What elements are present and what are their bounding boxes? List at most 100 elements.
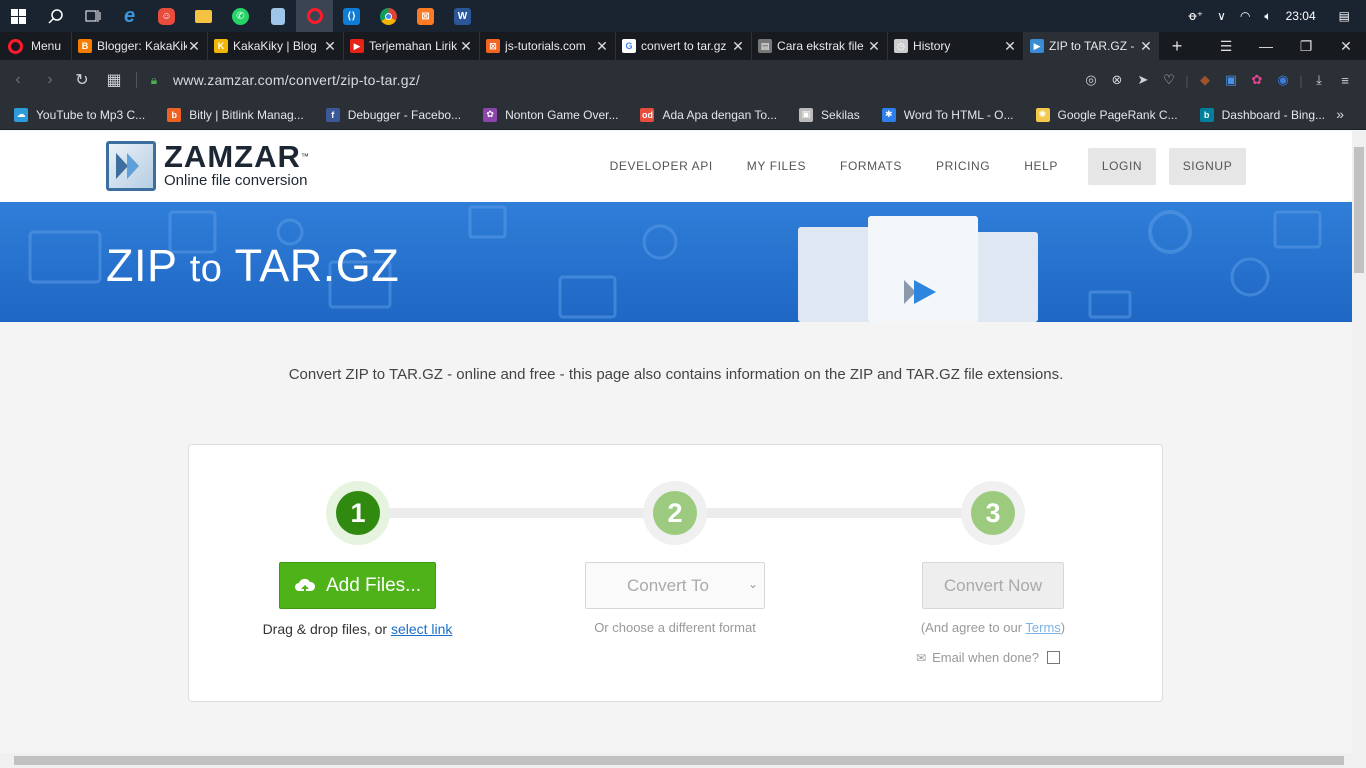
tab-menu-icon[interactable]: ☰ [1206, 38, 1246, 55]
download-icon[interactable]: ⤓ [1306, 72, 1332, 88]
browser-tab[interactable]: Gconvert to tar.gz ✕ [615, 32, 751, 60]
step-1-badge: 1 [336, 491, 380, 535]
bookmark-item[interactable]: ☁ YouTube to Mp3 C... [0, 107, 153, 122]
wifi-icon[interactable]: ◠ [1233, 9, 1257, 23]
browser-tab[interactable]: ▤ Cara ekstrak file ✕ [751, 32, 887, 60]
extension-color-icon[interactable]: ✿ [1244, 72, 1270, 88]
nav-formats[interactable]: FORMATS [823, 148, 919, 185]
notifications-icon[interactable]: ▤ [1323, 9, 1366, 23]
bookmark-heart-icon[interactable]: ♡ [1156, 72, 1182, 88]
back-icon[interactable]: ‹ [2, 71, 34, 89]
bookmark-item[interactable]: b Dashboard - Bing... [1186, 107, 1333, 122]
browser-tab[interactable]: ⊠ js-tutorials.com ✕ [479, 32, 615, 60]
convert-to-placeholder: Convert To [627, 575, 709, 595]
bookmark-label: Sekilas [821, 107, 860, 122]
vscode-icon[interactable]: ⟨⟩ [333, 0, 370, 32]
vertical-scroll-thumb[interactable] [1354, 147, 1364, 273]
tab-close-icon[interactable]: ✕ [459, 38, 473, 55]
tab-title: convert to tar.gz [641, 39, 727, 53]
convert-now-button[interactable]: Convert Now [922, 562, 1064, 609]
close-window-icon[interactable]: ✕ [1326, 38, 1366, 55]
email-checkbox[interactable] [1047, 651, 1061, 664]
signup-button[interactable]: SIGNUP [1169, 148, 1246, 185]
tab-title: ZIP to TAR.GZ - [1049, 39, 1135, 53]
forward-icon[interactable]: › [34, 71, 66, 89]
bookmark-item[interactable]: f Debugger - Facebo... [312, 107, 469, 122]
people-icon[interactable]: ꝋ⁺ [1181, 9, 1210, 23]
horizontal-scrollbar[interactable] [0, 753, 1366, 768]
bookmark-item[interactable]: b Bitly | Bitlink Manag... [153, 107, 312, 122]
tab-close-icon[interactable]: ✕ [187, 38, 201, 55]
minimize-icon[interactable]: — [1246, 38, 1286, 54]
tab-close-icon[interactable]: ✕ [867, 38, 881, 55]
task-view-icon[interactable] [74, 0, 111, 32]
address-bar-actions: ◎ ⊗ ➤ ♡ | ◆ ▣ ✿ ◉ | ⤓ ≡ [1078, 60, 1358, 100]
notepad-icon[interactable] [259, 0, 296, 32]
tab-close-icon[interactable]: ✕ [731, 38, 745, 55]
extension-translate-icon[interactable]: ▣ [1218, 72, 1244, 88]
reload-icon[interactable]: ↻ [66, 70, 98, 90]
more-bookmarks-icon[interactable]: » [1336, 106, 1344, 122]
adblock-icon[interactable]: ⊗ [1104, 72, 1130, 88]
easy-setup-icon[interactable]: ≡ [1332, 73, 1358, 88]
bookmark-item[interactable]: ✱ Word To HTML - O... [868, 107, 1022, 122]
bookmark-item[interactable]: ▣ Sekilas [785, 107, 868, 122]
tab-close-icon[interactable]: ✕ [1003, 38, 1017, 55]
windows-start-icon[interactable] [0, 0, 37, 32]
vertical-scrollbar[interactable] [1352, 131, 1366, 753]
new-tab-button[interactable]: + [1159, 36, 1195, 57]
system-tray: ꝋ⁺ ∨ ◠ 🔈︎ 23:04 ▤ [1181, 0, 1366, 32]
red-app-icon[interactable]: ☺ [148, 0, 185, 32]
snapshot-icon[interactable]: ◎ [1078, 72, 1104, 88]
file-explorer-icon[interactable] [185, 0, 222, 32]
browser-tab[interactable]: ▶ ZIP to TAR.GZ - ✕ [1023, 32, 1160, 60]
add-files-label: Add Files... [325, 574, 422, 596]
login-button[interactable]: LOGIN [1088, 148, 1156, 185]
extension-cube-icon[interactable]: ◆ [1192, 72, 1218, 88]
add-files-button[interactable]: Add Files... [279, 562, 436, 609]
terms-link[interactable]: Terms [1025, 620, 1060, 635]
hero-title: ZIP to TAR.GZ [106, 240, 400, 291]
volume-icon[interactable]: 🔈︎ [1257, 9, 1278, 24]
zamzar-logo[interactable]: ZAMZAR™ Online file conversion [106, 141, 310, 191]
search-icon[interactable] [37, 0, 74, 32]
extension-vpn-icon[interactable]: ◉ [1270, 72, 1296, 88]
clock-time[interactable]: 23:04 [1279, 9, 1323, 23]
tab-favicon-icon: ▶ [1030, 39, 1045, 53]
nav-help[interactable]: HELP [1007, 148, 1075, 185]
browser-tab[interactable]: ◷ History ✕ [887, 32, 1023, 60]
play-icon [904, 280, 936, 304]
lock-icon[interactable]: 🔒︎ [143, 73, 165, 88]
send-icon[interactable]: ➤ [1130, 72, 1156, 88]
browser-tab[interactable]: K KakaKiky | Blog ✕ [207, 32, 343, 60]
tab-close-icon[interactable]: ✕ [1139, 38, 1153, 55]
speed-dial-icon[interactable]: ▦ [98, 70, 130, 90]
tab-close-icon[interactable]: ✕ [595, 38, 609, 55]
opera-menu-button[interactable]: Menu [0, 32, 71, 60]
chrome-icon[interactable] [370, 0, 407, 32]
envelope-icon: ✉ [916, 650, 927, 665]
nav-my-files[interactable]: MY FILES [730, 148, 823, 185]
nav-developer-api[interactable]: DEVELOPER API [593, 148, 730, 185]
bookmark-item[interactable]: od Ada Apa dengan To... [626, 107, 785, 122]
restore-icon[interactable]: ❐ [1286, 38, 1326, 55]
horizontal-scroll-thumb[interactable] [14, 756, 1344, 765]
bookmark-item[interactable]: ✿ Nonton Game Over... [469, 107, 626, 122]
bookmark-favicon-icon: f [325, 107, 340, 122]
nav-pricing[interactable]: PRICING [919, 148, 1007, 185]
url-field[interactable]: www.zamzar.com/convert/zip-to-tar.gz/ [173, 72, 420, 88]
browser-tab[interactable]: B Blogger: KakaKiky ✕ [71, 32, 207, 60]
tab-close-icon[interactable]: ✕ [323, 38, 337, 55]
tab-title: Terjemahan Lirik [369, 39, 458, 53]
whatsapp-icon[interactable]: ✆ [222, 0, 259, 32]
chevron-up-icon[interactable]: ∨ [1210, 9, 1233, 23]
opera-taskbar-icon[interactable] [296, 0, 333, 32]
hero-banner: ZIP to TAR.GZ [0, 202, 1352, 322]
bookmark-item[interactable]: ✺ Google PageRank C... [1022, 107, 1186, 122]
word-icon[interactable]: W [444, 0, 481, 32]
xampp-icon[interactable]: ⊠ [407, 0, 444, 32]
browser-tab[interactable]: ▶ Terjemahan Lirik ✕ [343, 32, 479, 60]
edge-icon[interactable]: e [111, 0, 148, 32]
select-link[interactable]: select link [391, 621, 452, 637]
convert-to-select[interactable]: Convert To ⌄ [585, 562, 765, 609]
